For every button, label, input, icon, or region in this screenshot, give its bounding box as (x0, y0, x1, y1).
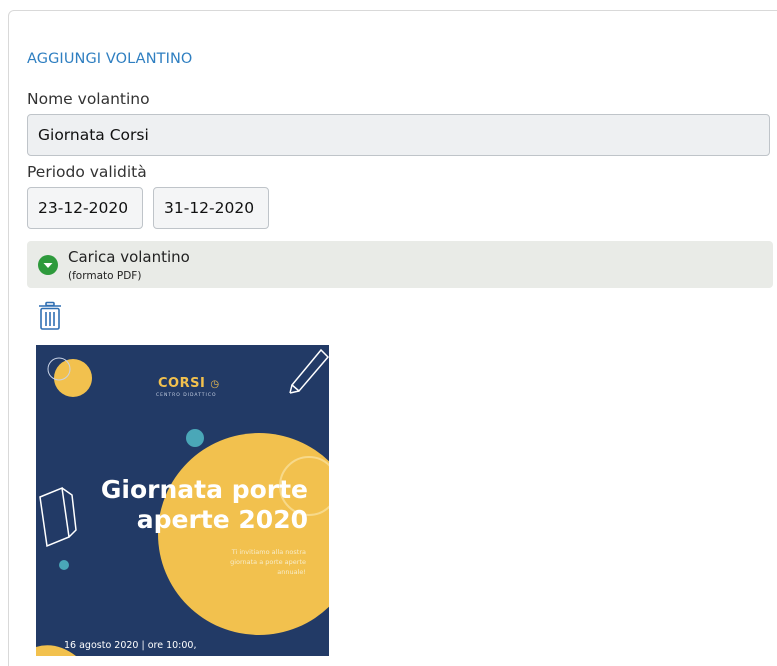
flyer-yellow-dot (54, 359, 92, 397)
date-to-input[interactable] (153, 187, 269, 229)
flyer-preview: CORSI ◷ CENTRO DIDATTICO Giornata porte … (36, 345, 329, 656)
clock-icon: ◷ (210, 379, 220, 390)
date-from-input[interactable] (27, 187, 143, 229)
flyer-headline: Giornata porte aperte 2020 (94, 475, 308, 535)
flyer-invite-line1: Ti invitiamo alla nostra (231, 548, 306, 556)
chevron-down-circle-icon (38, 255, 58, 275)
flyer-invite-text: Ti invitiamo alla nostra giornata a port… (196, 547, 306, 577)
flyer-brand-text: CORSI (158, 376, 206, 391)
name-label: Nome volantino (27, 90, 150, 108)
flyer-invite-line2: giornata a porte aperte (230, 558, 306, 566)
flyer-date: 16 agosto 2020 | ore 10:00, (64, 640, 197, 651)
flyer-brand: CORSI ◷ (158, 376, 220, 391)
trash-icon[interactable] (37, 301, 63, 331)
section-title: AGGIUNGI VOLANTINO (27, 51, 193, 67)
flyer-teal-dot-small (59, 560, 69, 570)
upload-subtitle: (formato PDF) (68, 270, 142, 282)
flyer-brand-subtitle: CENTRO DIDATTICO (156, 393, 217, 398)
flyer-headline-line1: Giornata porte (100, 475, 308, 504)
flyer-invite-line3: annuale! (277, 568, 306, 576)
flyer-headline-line2: aperte 2020 (136, 505, 308, 534)
upload-title: Carica volantino (68, 248, 190, 266)
upload-flyer-toggle[interactable]: Carica volantino (formato PDF) (27, 241, 773, 288)
flyer-teal-dot (186, 429, 204, 447)
book-icon (39, 486, 77, 548)
pencil-icon (289, 348, 329, 394)
flyer-name-input[interactable] (27, 114, 770, 156)
period-label: Periodo validità (27, 163, 147, 181)
